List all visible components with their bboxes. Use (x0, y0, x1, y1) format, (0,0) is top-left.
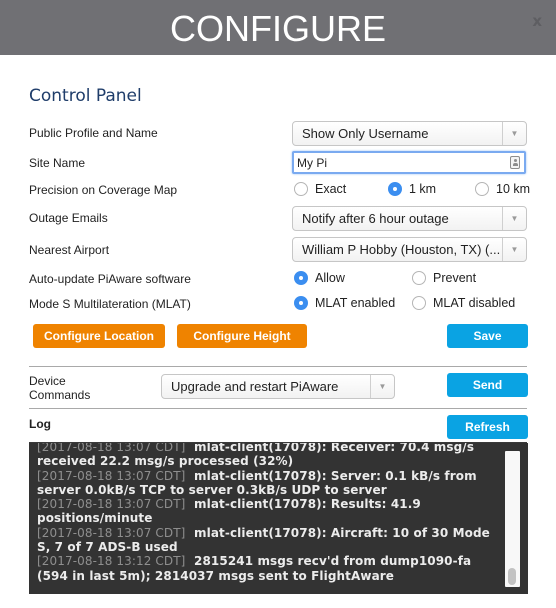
radio-label: Prevent (433, 271, 477, 285)
precision-label: Precision on Coverage Map (29, 183, 178, 197)
precision-radio-exact[interactable]: Exact (294, 182, 346, 196)
nearest-airport-select[interactable]: William P Hobby (Houston, TX) (... ▼ (292, 237, 527, 262)
auto-update-radio-allow[interactable]: Allow (294, 271, 345, 285)
log-label: Log (29, 417, 51, 431)
panel-title: Control Panel (29, 86, 142, 106)
radio-checked-icon (388, 182, 402, 196)
log-timestamp: [2017-08-18 13:07 CDT] (37, 443, 186, 454)
outage-emails-value: Notify after 6 hour outage (302, 211, 449, 226)
device-commands-label-line2: Commands (29, 388, 91, 402)
log-timestamp: [2017-08-18 13:07 CDT] (37, 497, 186, 512)
outage-emails-label: Outage Emails (29, 211, 108, 225)
send-button[interactable]: Send (447, 373, 528, 397)
precision-radio-10km[interactable]: 10 km (475, 182, 530, 196)
radio-label: MLAT enabled (315, 296, 396, 310)
radio-label: Allow (315, 271, 345, 285)
log-timestamp: [2017-08-18 13:12 CDT] (37, 554, 186, 569)
radio-unchecked-icon (412, 296, 426, 310)
divider (29, 366, 527, 367)
device-commands-label: Device Commands (29, 374, 90, 402)
public-profile-select[interactable]: Show Only Username ▼ (292, 121, 527, 146)
public-profile-label: Public Profile and Name (29, 126, 158, 140)
radio-unchecked-icon (475, 182, 489, 196)
radio-unchecked-icon (294, 182, 308, 196)
public-profile-value: Show Only Username (302, 126, 429, 141)
mlat-label: Mode S Multilateration (MLAT) (29, 297, 191, 311)
divider (29, 408, 527, 409)
radio-label: Exact (315, 182, 347, 196)
radio-label: MLAT disabled (433, 296, 516, 310)
close-icon[interactable]: x (532, 12, 542, 30)
log-panel[interactable]: [2017-08-18 13:07 CDT] mlat-client(17078… (29, 443, 528, 594)
log-entry: [2017-08-18 13:07 CDT] mlat-client(17078… (37, 443, 505, 469)
log-timestamp: [2017-08-18 13:07 CDT] (37, 525, 186, 540)
radio-unchecked-icon (412, 271, 426, 285)
log-entry: [2017-08-18 13:12 CDT] 2815241 msgs recv… (37, 554, 505, 583)
log-timestamp: [2017-08-18 13:07 CDT] (37, 468, 186, 483)
radio-label: 1 km (409, 182, 437, 196)
device-command-select[interactable]: Upgrade and restart PiAware ▼ (161, 374, 395, 399)
auto-update-radio-prevent[interactable]: Prevent (412, 271, 476, 285)
device-commands-label-line1: Device (29, 374, 66, 388)
auto-update-label: Auto-update PiAware software (29, 272, 191, 286)
outage-emails-select[interactable]: Notify after 6 hour outage ▼ (292, 206, 527, 231)
radio-checked-icon (294, 296, 308, 310)
dialog-title: CONFIGURE (170, 7, 386, 49)
site-name-label: Site Name (29, 156, 86, 170)
nearest-airport-label: Nearest Airport (29, 243, 110, 257)
log-scrollbar[interactable] (505, 451, 520, 587)
nearest-airport-value: William P Hobby (Houston, TX) (... (302, 242, 501, 257)
precision-radio-1km[interactable]: 1 km (388, 182, 436, 196)
save-button[interactable]: Save (447, 324, 528, 348)
log-entry: [2017-08-18 13:07 CDT] mlat-client(17078… (37, 526, 505, 555)
log-entry: [2017-08-18 13:07 CDT] mlat-client(17078… (37, 469, 505, 498)
chevron-down-icon: ▼ (502, 238, 526, 261)
configure-location-button[interactable]: Configure Location (33, 324, 165, 348)
refresh-button[interactable]: Refresh (447, 415, 528, 439)
site-name-value: My Pi (297, 155, 327, 170)
configure-height-button[interactable]: Configure Height (177, 324, 307, 348)
scrollbar-thumb[interactable] (508, 568, 516, 585)
contact-card-icon[interactable] (510, 156, 520, 169)
site-name-input[interactable]: My Pi (292, 151, 526, 174)
radio-label: 10 km (496, 182, 531, 196)
log-content: [2017-08-18 13:07 CDT] mlat-client(17078… (37, 443, 505, 583)
mlat-radio-enabled[interactable]: MLAT enabled (294, 296, 395, 310)
log-entry: [2017-08-18 13:07 CDT] mlat-client(17078… (37, 497, 505, 526)
chevron-down-icon: ▼ (502, 122, 526, 145)
mlat-radio-disabled[interactable]: MLAT disabled (412, 296, 515, 310)
chevron-down-icon: ▼ (502, 207, 526, 230)
device-command-value: Upgrade and restart PiAware (171, 379, 339, 394)
radio-checked-icon (294, 271, 308, 285)
dialog-header: CONFIGURE x (0, 0, 556, 55)
chevron-down-icon: ▼ (370, 375, 394, 398)
